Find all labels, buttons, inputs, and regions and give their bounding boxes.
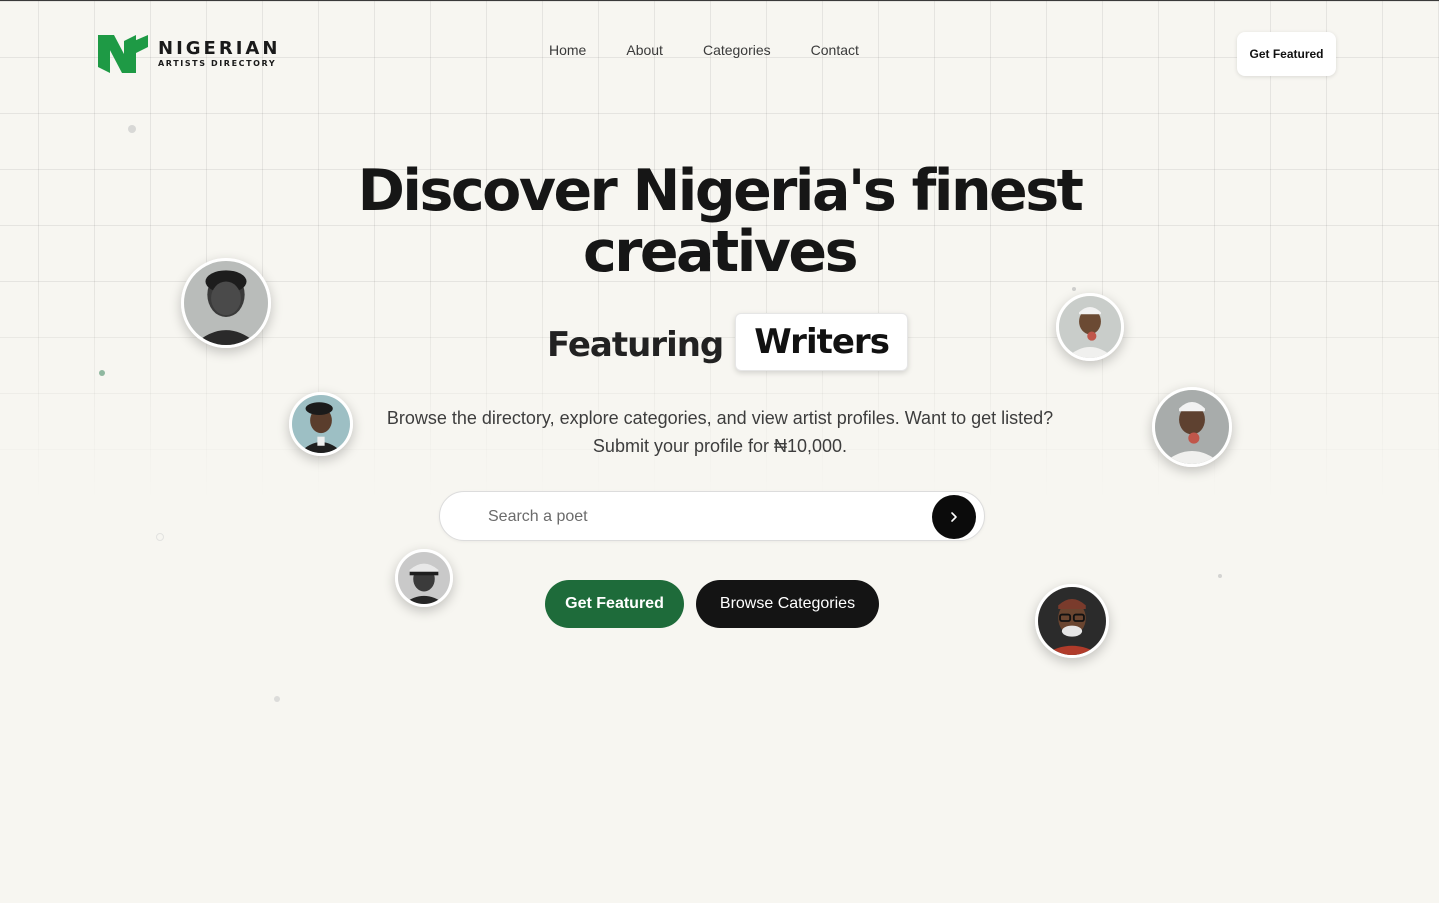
chevron-right-icon: [951, 512, 957, 522]
decorative-dot: [274, 696, 280, 702]
portrait-man-microphone-icon: [1155, 390, 1229, 464]
avatar: [1056, 293, 1124, 361]
brand-name: NIGERIAN: [158, 38, 281, 59]
nav-home[interactable]: Home: [549, 41, 586, 59]
avatar: [395, 549, 453, 607]
decorative-dot: [1218, 574, 1222, 578]
main-nav: Home About Categories Contact: [549, 41, 859, 59]
get-featured-button[interactable]: Get Featured: [545, 580, 684, 628]
decorative-dot: [1072, 287, 1076, 291]
featuring-category-chip: Writers: [735, 313, 908, 371]
hero-subtitle: Browse the directory, explore categories…: [386, 408, 1054, 456]
brand-mark-icon: [98, 35, 148, 73]
search-bar: [439, 491, 985, 541]
featuring-label: Featuring: [547, 325, 724, 365]
hero-title: Discover Nigeria's finest creatives: [357, 158, 1084, 285]
avatar: [289, 392, 353, 456]
decorative-dot: [128, 125, 136, 133]
avatar: [181, 258, 271, 348]
nav-contact[interactable]: Contact: [811, 41, 859, 59]
featuring-line: Featuring Writers: [547, 313, 908, 371]
decorative-dot: [99, 370, 105, 376]
portrait-man-cap-icon: [398, 552, 450, 604]
brand-tagline: ARTISTS DIRECTORY: [158, 59, 277, 68]
portrait-elder-man-icon: [184, 261, 268, 345]
browse-categories-button[interactable]: Browse Categories: [696, 580, 879, 628]
portrait-man-microphone-icon: [1059, 296, 1121, 358]
avatar: [1035, 584, 1109, 658]
header-get-featured-button[interactable]: Get Featured: [1237, 32, 1336, 76]
nav-categories[interactable]: Categories: [703, 41, 771, 59]
portrait-man-beret-icon: [292, 395, 350, 453]
brand-logo[interactable]: NIGERIAN ARTISTS DIRECTORY: [98, 33, 280, 75]
portrait-man-glasses-icon: [1038, 587, 1106, 655]
search-submit-button[interactable]: [932, 495, 976, 539]
search-input[interactable]: [488, 504, 908, 530]
avatar: [1152, 387, 1232, 467]
decorative-dot: [156, 533, 164, 541]
nav-about[interactable]: About: [626, 41, 663, 59]
